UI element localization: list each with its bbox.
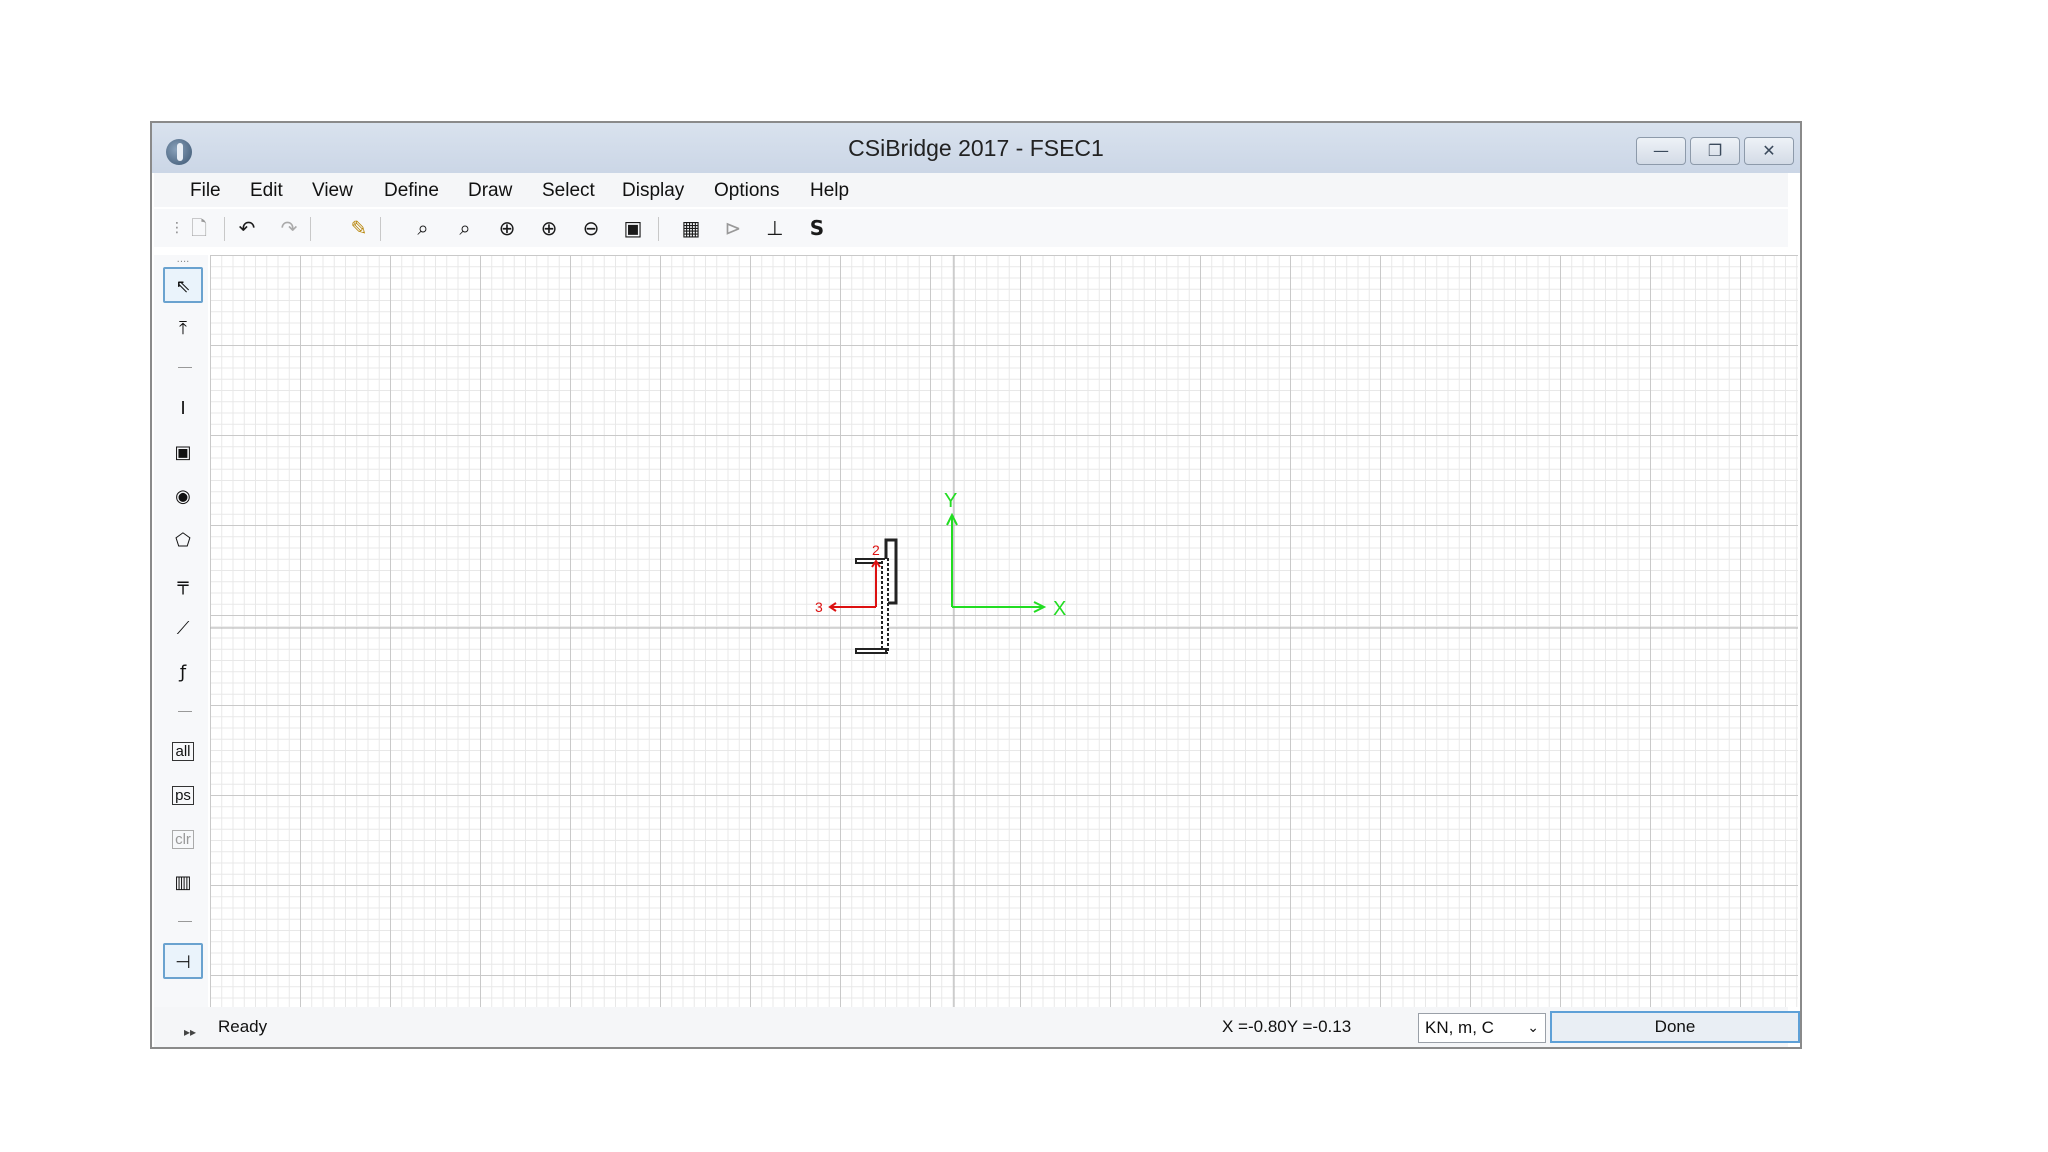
menu-draw[interactable]: Draw	[468, 180, 512, 202]
menu-options[interactable]: Options	[714, 180, 779, 202]
draw-circle-icon[interactable]: ◉	[163, 479, 203, 515]
menu-bar: File Edit View Define Draw Select Displa…	[154, 173, 1788, 207]
menu-edit[interactable]: Edit	[250, 180, 283, 202]
draw-line-bars-icon[interactable]: ⟋	[163, 611, 203, 647]
zoom-rubber-band-icon[interactable]: ⌕	[410, 215, 436, 241]
clear-selection-icon[interactable]: clr	[163, 821, 203, 857]
toolbar-separator	[658, 217, 659, 241]
toolbar-separator	[310, 217, 311, 241]
x-axis-label: X	[1053, 598, 1066, 620]
menu-display[interactable]: Display	[622, 180, 684, 202]
undo-icon[interactable]: ↶	[234, 215, 260, 241]
local-axes: 2 3	[815, 542, 881, 615]
done-button[interactable]: Done	[1550, 1011, 1800, 1043]
draw-line-icon[interactable]: I	[163, 391, 203, 427]
web	[881, 558, 889, 654]
window-title: CSiBridge 2017 - FSEC1	[848, 135, 1104, 161]
previous-selection-label: ps	[172, 786, 194, 805]
drawing-svg: 2 3 Y X	[210, 255, 1798, 1007]
pencil-icon[interactable]: ✎	[346, 215, 372, 241]
select-pointer-icon[interactable]: ⇖	[163, 267, 203, 303]
drawing-canvas[interactable]: 2 3 Y X	[210, 255, 1798, 1007]
sidebar-separator	[178, 367, 192, 368]
sidebar-separator	[178, 921, 192, 922]
clear-selection-label: clr	[172, 830, 194, 849]
title-bar: CSiBridge 2017 - FSEC1 — ❐ ✕	[152, 123, 1800, 173]
menu-file[interactable]: File	[190, 180, 221, 202]
redo-icon[interactable]: ↷	[276, 215, 302, 241]
draw-toolbar: ···· ⇖ ⤒ I ▣ ◉ ⬠ ╤ ⟋ ƒ all ps clr ▥ ⊣	[154, 255, 208, 1015]
menu-view[interactable]: View	[312, 180, 353, 202]
previous-selection-icon[interactable]: ps	[163, 777, 203, 813]
local-axis-2-label: 2	[872, 542, 880, 558]
s-icon[interactable]: S	[804, 215, 830, 241]
units-value: KN, m, C	[1425, 1018, 1494, 1037]
zoom-restore-icon[interactable]: ⌕	[452, 215, 478, 241]
units-dropdown[interactable]: KN, m, C ⌄	[1418, 1013, 1546, 1043]
menu-help[interactable]: Help	[810, 180, 849, 202]
status-text: Ready	[218, 1017, 268, 1036]
snap-to-point-icon[interactable]: ⊣	[163, 943, 203, 979]
draw-polygon-icon[interactable]: ⬠	[163, 523, 203, 559]
y-axis-label: Y	[944, 490, 957, 512]
zoom-in-icon[interactable]: ⊕	[494, 215, 520, 241]
local-axis-3-label: 3	[815, 599, 823, 615]
bottom-flange	[855, 648, 887, 654]
global-axes: Y X	[944, 490, 1066, 620]
draw-pen-icon[interactable]: ƒ	[163, 655, 203, 691]
chevron-down-icon: ⌄	[1527, 1020, 1539, 1036]
draw-rectangle-icon[interactable]: ▣	[163, 435, 203, 471]
select-all-icon[interactable]: all	[163, 733, 203, 769]
sidebar-separator	[178, 711, 192, 712]
select-all-label: all	[172, 742, 194, 761]
status-bar: ▸▸ Ready X =-0.80Y =-0.13 KN, m, C ⌄ Don…	[154, 1007, 1800, 1047]
zoom-out-icon[interactable]: ⊕	[536, 215, 562, 241]
minimize-button[interactable]: —	[1636, 137, 1686, 165]
toolbar: ⋮ 🗋 ↶ ↷ ✎ ⌕ ⌕ ⊕ ⊕ ⊖ ▣ ▦ ⊳ ⊥ S	[154, 209, 1788, 247]
section-properties-icon[interactable]: ⊳	[720, 215, 746, 241]
menu-define[interactable]: Define	[384, 180, 439, 202]
app-window: CSiBridge 2017 - FSEC1 — ❐ ✕ File Edit V…	[150, 121, 1802, 1049]
resize-grip-icon[interactable]: ▸▸	[184, 1025, 196, 1039]
close-button[interactable]: ✕	[1744, 137, 1794, 165]
new-file-icon[interactable]: 🗋	[186, 215, 212, 241]
toolbar-separator	[380, 217, 381, 241]
draw-reinforcement-icon[interactable]: ╤	[163, 567, 203, 603]
menu-select[interactable]: Select	[542, 180, 595, 202]
reshape-icon[interactable]: ⤒	[163, 311, 203, 347]
restore-button[interactable]: ❐	[1690, 137, 1740, 165]
toolbar-separator	[224, 217, 225, 241]
table-icon[interactable]: ▦	[678, 215, 704, 241]
coordinate-axes-icon[interactable]: ⊥	[762, 215, 788, 241]
zoom-window-icon[interactable]: ▣	[620, 215, 646, 241]
zoom-pan-icon[interactable]: ⊖	[578, 215, 604, 241]
snap-icon[interactable]: ▥	[163, 865, 203, 901]
cursor-coordinates: X =-0.80Y =-0.13	[1222, 1017, 1352, 1036]
